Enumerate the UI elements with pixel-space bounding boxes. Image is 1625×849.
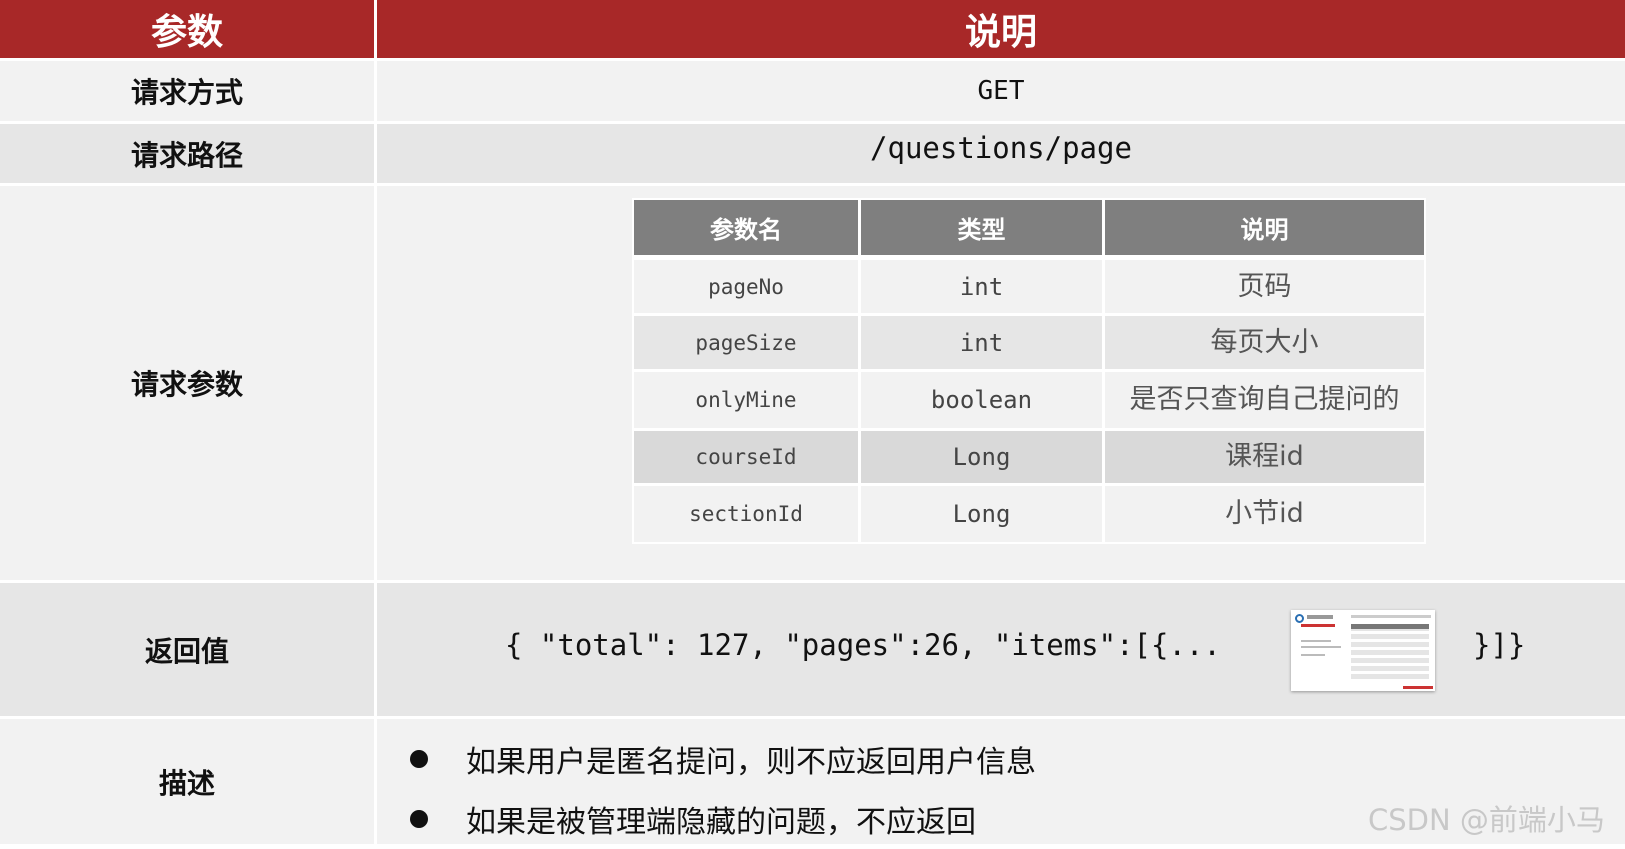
param-desc: 课程id xyxy=(1225,441,1304,472)
param-name: sectionId xyxy=(634,486,861,542)
param-type: Long xyxy=(861,431,1105,483)
description-list: 如果用户是匿名提问，则不应返回用户信息 如果是被管理端隐藏的问题，不应返回 xyxy=(400,729,1036,849)
path-value: /questions/page xyxy=(870,130,1132,165)
return-label: 返回值 xyxy=(144,634,229,668)
param-desc: 页码 xyxy=(1237,270,1292,302)
list-item: 如果是被管理端隐藏的问题，不应返回 xyxy=(400,789,1036,849)
param-type: int xyxy=(861,260,1105,313)
param-type: Long xyxy=(861,486,1105,542)
param-desc: 是否只查询自己提问的 xyxy=(1129,384,1400,415)
watermark: CSDN @前端小马 xyxy=(1368,803,1605,837)
table-row: courseId Long 课程id xyxy=(634,431,1424,483)
param-name: courseId xyxy=(634,431,861,483)
param-type: int xyxy=(861,316,1105,369)
description-text: 如果用户是匿名提问，则不应返回用户信息 xyxy=(466,745,1036,780)
header-desc: 说明 xyxy=(374,0,1625,58)
param-name: pageSize xyxy=(634,316,861,369)
params-label: 请求参数 xyxy=(130,368,243,401)
api-spec-slide: 参数 说明 请求方式 GET 请求路径 /questions/page 请求参数… xyxy=(0,0,1625,844)
table-header-row: 参数 说明 xyxy=(0,0,1625,58)
params-table-header: 参数名 类型 说明 xyxy=(634,200,1424,255)
method-value: GET xyxy=(977,76,1025,106)
col-header-type: 类型 xyxy=(861,200,1105,255)
description-label: 描述 xyxy=(158,766,215,800)
table-row: onlyMine boolean 是否只查询自己提问的 xyxy=(634,372,1424,428)
param-desc: 每页大小 xyxy=(1210,326,1319,358)
bullet-icon xyxy=(410,750,428,768)
method-label: 请求方式 xyxy=(130,76,243,109)
row-method: 请求方式 GET xyxy=(0,61,1625,121)
logo-icon xyxy=(1295,614,1304,623)
row-path: 请求路径 /questions/page xyxy=(0,124,1625,183)
bullet-icon xyxy=(410,810,428,828)
col-header-desc: 说明 xyxy=(1240,216,1289,244)
params-table: 参数名 类型 说明 pageNo int 页码 pageSize int 每页大… xyxy=(632,198,1426,544)
header-param: 参数 xyxy=(150,12,223,53)
param-type: boolean xyxy=(861,372,1105,428)
param-name: onlyMine xyxy=(634,372,861,428)
return-value: { "total": 127, "pages":26, "items":[{..… xyxy=(505,628,1221,662)
table-row: pageSize int 每页大小 xyxy=(634,316,1424,369)
path-label: 请求路径 xyxy=(130,138,243,172)
list-item: 如果用户是匿名提问，则不应返回用户信息 xyxy=(400,729,1036,789)
response-preview-thumbnail[interactable] xyxy=(1291,610,1435,691)
table-row: pageNo int 页码 xyxy=(634,260,1424,313)
table-row: sectionId Long 小节id xyxy=(634,486,1424,542)
description-text: 如果是被管理端隐藏的问题，不应返回 xyxy=(466,805,976,840)
param-desc: 小节id xyxy=(1225,498,1304,529)
col-header-name: 参数名 xyxy=(634,200,861,255)
return-value-end: }]} xyxy=(1473,628,1526,662)
param-name: pageNo xyxy=(634,260,861,313)
